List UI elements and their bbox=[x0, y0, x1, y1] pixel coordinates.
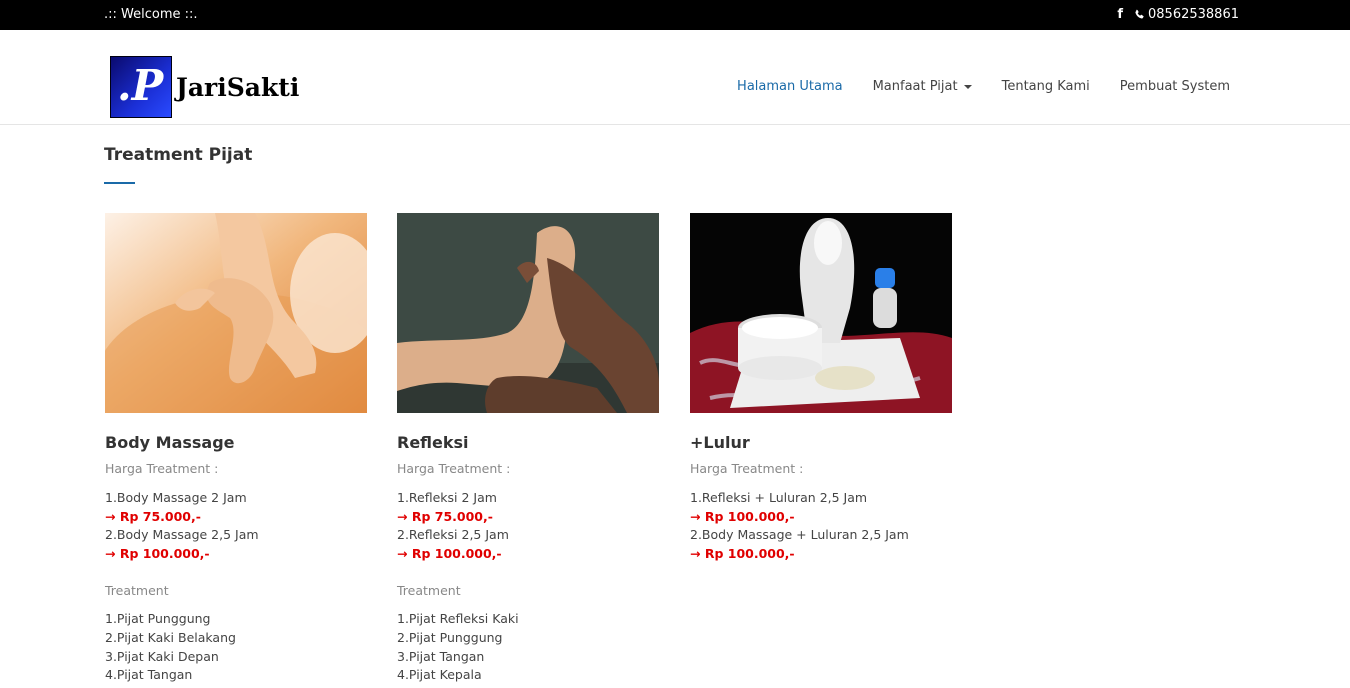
price-label: Harga Treatment : bbox=[397, 461, 511, 476]
lulur-image[interactable] bbox=[690, 213, 952, 413]
price-value: → Rp 75.000,- bbox=[397, 508, 493, 524]
list-item: 2.Body Massage 2,5 Jam bbox=[105, 527, 259, 543]
phone-contact[interactable]: 08562538861 bbox=[1134, 7, 1239, 22]
price-list: 1.Refleksi 2 Jam → Rp 75.000,- 2.Refleks… bbox=[397, 489, 659, 563]
treatment-list: 1.Pijat Punggung 2.Pijat Kaki Belakang 3… bbox=[105, 610, 367, 684]
list-item: 4.Pijat Kepala bbox=[397, 667, 482, 683]
list-item: 1.Refleksi 2 Jam bbox=[397, 490, 497, 505]
list-item: 2.Refleksi 2,5 Jam bbox=[397, 527, 509, 543]
card-refleksi: Refleksi Harga Treatment : 1.Refleksi 2 … bbox=[397, 213, 659, 685]
contact-info: f 08562538861 bbox=[1117, 7, 1239, 22]
list-item: 1.Pijat Punggung bbox=[105, 611, 211, 627]
title-underline bbox=[104, 182, 135, 184]
price-value: → Rp 100.000,- bbox=[690, 508, 795, 524]
chevron-down-icon bbox=[963, 84, 972, 89]
list-item: 3.Pijat Tangan bbox=[397, 648, 485, 664]
nav-item-manfaat-pijat[interactable]: Manfaat Pijat bbox=[873, 79, 972, 94]
main-nav: Halaman Utama Manfaat Pijat Tentang Kami… bbox=[737, 79, 1230, 94]
body-massage-image[interactable] bbox=[105, 213, 367, 413]
nav-item-halaman-utama[interactable]: Halaman Utama bbox=[737, 79, 843, 94]
phone-icon bbox=[1135, 9, 1144, 19]
price-value: → Rp 75.000,- bbox=[105, 508, 201, 524]
card-title: Body Massage bbox=[105, 433, 235, 452]
price-label: Harga Treatment : bbox=[105, 461, 219, 476]
list-item: 4.Pijat Tangan bbox=[105, 667, 193, 683]
logo-mark: .P bbox=[110, 56, 172, 118]
treatment-label: Treatment bbox=[397, 583, 461, 599]
list-item: 1.Pijat Refleksi Kaki bbox=[397, 611, 519, 627]
refleksi-image[interactable] bbox=[397, 213, 659, 413]
phone-number: 08562538861 bbox=[1148, 7, 1239, 22]
card-body-massage: Body Massage Harga Treatment : 1.Body Ma… bbox=[105, 213, 367, 685]
price-value: → Rp 100.000,- bbox=[397, 545, 502, 561]
price-label: Harga Treatment : bbox=[690, 461, 804, 476]
treatment-list: 1.Pijat Refleksi Kaki 2.Pijat Punggung 3… bbox=[397, 610, 659, 684]
nav-item-pembuat-system[interactable]: Pembuat System bbox=[1120, 79, 1230, 94]
site-logo[interactable]: .P JariSakti bbox=[110, 56, 299, 118]
list-item: 2.Body Massage + Luluran 2,5 Jam bbox=[690, 527, 909, 543]
welcome-text: .:: Welcome ::. bbox=[104, 7, 198, 22]
list-item: 2.Pijat Punggung bbox=[397, 629, 503, 645]
treatment-label: Treatment bbox=[105, 583, 169, 599]
page-title: Treatment Pijat bbox=[104, 145, 253, 165]
list-item: 1.Body Massage 2 Jam bbox=[105, 490, 247, 505]
logo-text: JariSakti bbox=[176, 72, 300, 102]
card-lulur: +Lulur Harga Treatment : 1.Refleksi + Lu… bbox=[690, 213, 952, 563]
card-title: +Lulur bbox=[690, 433, 750, 452]
facebook-icon[interactable]: f bbox=[1117, 7, 1123, 22]
price-list: 1.Body Massage 2 Jam → Rp 75.000,- 2.Bod… bbox=[105, 489, 367, 563]
site-header: .P JariSakti Halaman Utama Manfaat Pijat… bbox=[0, 30, 1350, 125]
price-value: → Rp 100.000,- bbox=[690, 545, 795, 561]
card-title: Refleksi bbox=[397, 433, 469, 452]
list-item: 1.Refleksi + Luluran 2,5 Jam bbox=[690, 490, 868, 505]
list-item: 2.Pijat Kaki Belakang bbox=[105, 629, 236, 645]
nav-item-tentang-kami[interactable]: Tentang Kami bbox=[1002, 79, 1090, 94]
list-item: 3.Pijat Kaki Depan bbox=[105, 648, 219, 664]
top-bar: .:: Welcome ::. f 08562538861 bbox=[0, 0, 1350, 30]
price-list: 1.Refleksi + Luluran 2,5 Jam → Rp 100.00… bbox=[690, 489, 952, 563]
price-value: → Rp 100.000,- bbox=[105, 545, 210, 561]
